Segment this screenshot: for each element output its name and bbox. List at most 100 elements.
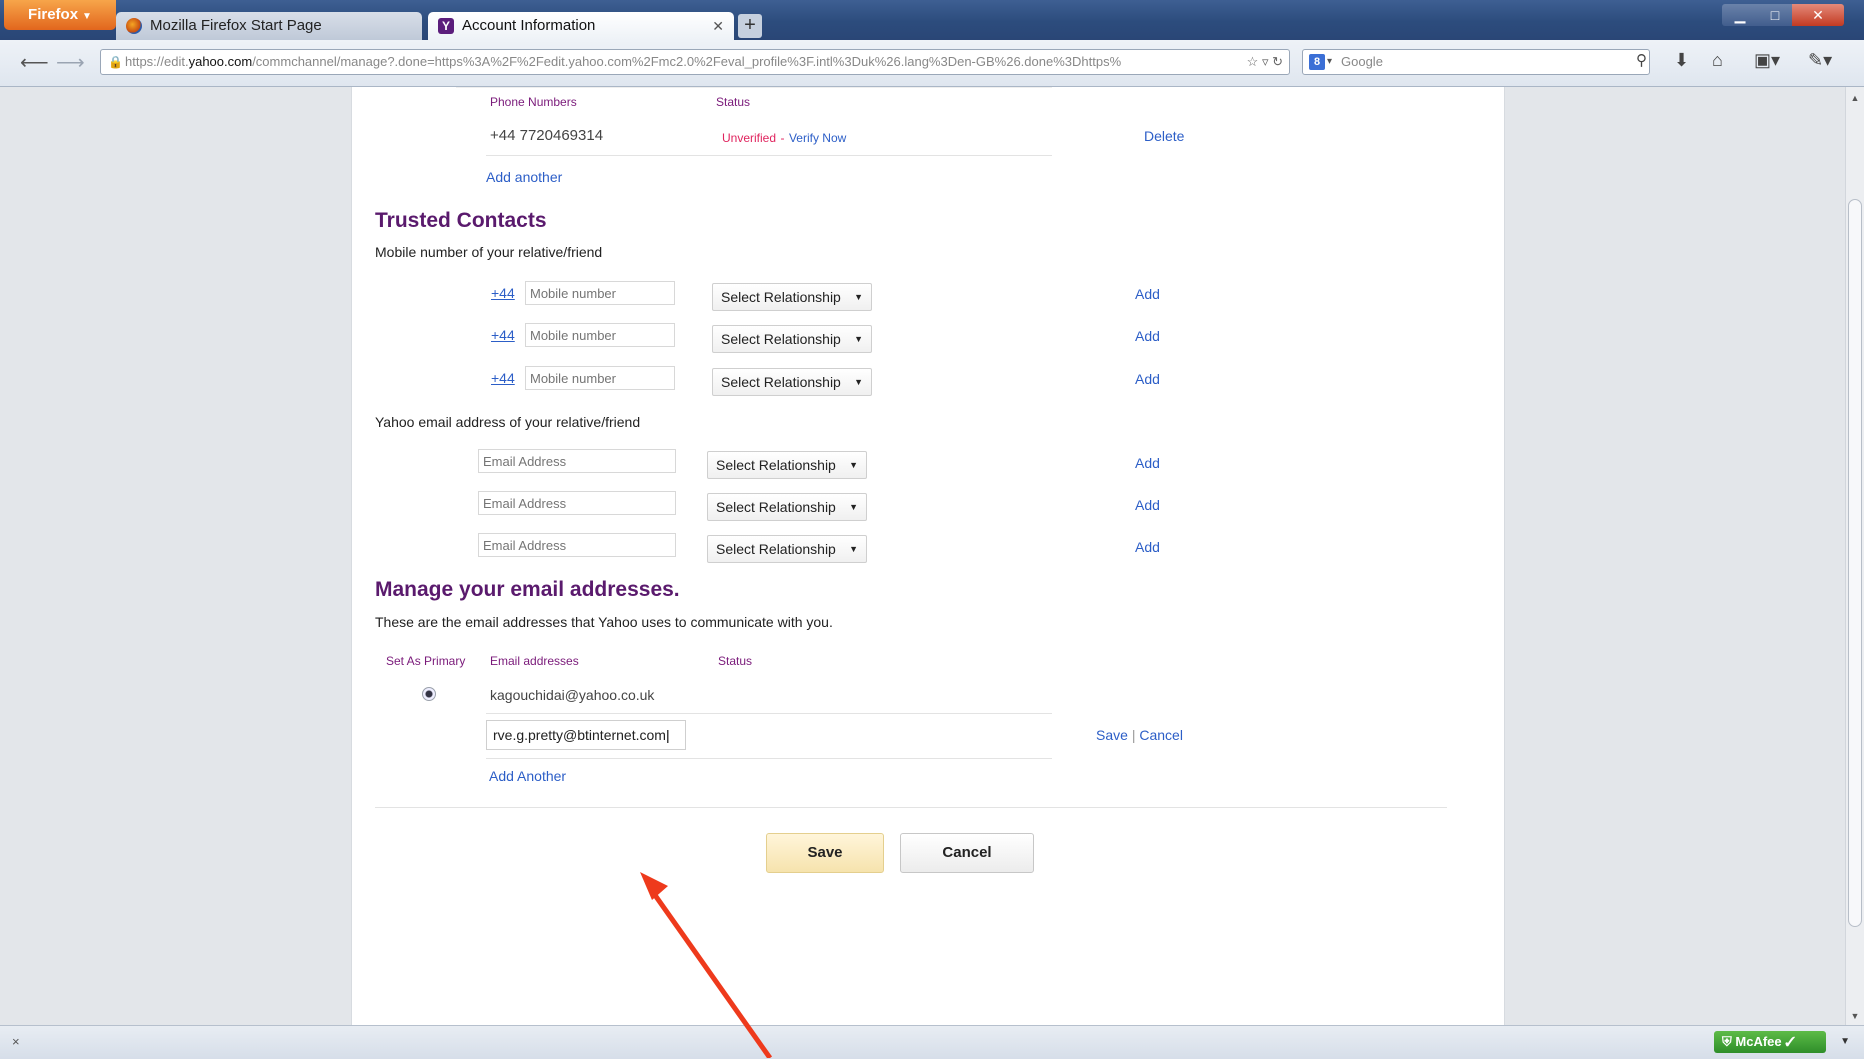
firefox-logo-icon xyxy=(126,18,142,34)
delete-phone-link[interactable]: Delete xyxy=(1144,128,1184,144)
phone-numbers-header: Phone Numbers xyxy=(490,95,577,109)
select-value: Select Relationship xyxy=(716,457,836,473)
google-logo-icon: 8 xyxy=(1309,54,1325,70)
minimize-window-button[interactable]: ▁ xyxy=(1722,4,1758,26)
bookmarks-menu-icon[interactable]: ▣▾ xyxy=(1754,50,1780,71)
email-contacts-label: Yahoo email address of your relative/fri… xyxy=(375,414,641,430)
link-separator: | xyxy=(1131,727,1136,743)
firefox-menu-label: Firefox xyxy=(28,6,79,23)
firefox-menu-button[interactable]: Firefox ▼ xyxy=(4,0,116,30)
save-email-link[interactable]: Save xyxy=(1096,727,1128,743)
relationship-select-mobile-3[interactable]: Select Relationship ▼ xyxy=(712,368,872,396)
manage-email-title: Manage your email addresses. xyxy=(375,578,680,601)
add-trusted-email-2[interactable]: Add xyxy=(1135,497,1160,513)
verify-now-link[interactable]: Verify Now xyxy=(789,131,846,145)
chevron-down-icon: ▼ xyxy=(854,292,863,302)
add-trusted-mobile-2[interactable]: Add xyxy=(1135,328,1160,344)
add-trusted-email-1[interactable]: Add xyxy=(1135,455,1160,471)
add-trusted-email-3[interactable]: Add xyxy=(1135,539,1160,555)
url-host: yahoo.com xyxy=(188,54,253,69)
select-value: Select Relationship xyxy=(721,331,841,347)
select-value: Select Relationship xyxy=(716,499,836,515)
relationship-select-mobile-1[interactable]: Select Relationship ▼ xyxy=(712,283,872,311)
maximize-window-button[interactable]: □ xyxy=(1758,4,1792,26)
back-arrow-icon[interactable]: ⟵ xyxy=(20,50,49,75)
trusted-mobile-input-1[interactable] xyxy=(525,281,675,305)
save-button[interactable]: Save xyxy=(766,833,884,873)
new-tab-button[interactable]: + xyxy=(738,14,762,38)
chevron-down-icon[interactable]: ▾ xyxy=(1327,50,1332,74)
scrollbar-thumb[interactable] xyxy=(1848,199,1862,927)
chevron-down-icon: ▼ xyxy=(849,460,858,470)
status-bar: × ⛨ McAfee ✓ ▼ xyxy=(0,1025,1864,1059)
account-info-panel: Phone Numbers Status +44 7720469314 Unve… xyxy=(351,87,1505,1025)
email-edit-actions: Save | Cancel xyxy=(1096,727,1183,743)
close-window-button[interactable]: ✕ xyxy=(1792,4,1844,26)
mcafee-label: McAfee xyxy=(1735,1034,1782,1049)
trusted-email-input-2[interactable] xyxy=(478,491,676,515)
new-email-input[interactable]: rve.g.pretty@btinternet.com| xyxy=(486,720,686,750)
relationship-select-mobile-2[interactable]: Select Relationship ▼ xyxy=(712,325,872,353)
add-trusted-mobile-1[interactable]: Add xyxy=(1135,286,1160,302)
mcafee-badge[interactable]: ⛨ McAfee ✓ ▼ xyxy=(1714,1031,1850,1053)
select-value: Select Relationship xyxy=(716,541,836,557)
addon-icon[interactable]: ✎▾ xyxy=(1808,50,1832,71)
scroll-down-arrow-icon[interactable]: ▼ xyxy=(1846,1011,1864,1021)
check-icon: ✓ xyxy=(1785,1034,1796,1049)
yahoo-favicon-icon: Y xyxy=(438,18,454,34)
cancel-email-link[interactable]: Cancel xyxy=(1139,727,1183,743)
cancel-button[interactable]: Cancel xyxy=(900,833,1034,873)
dropdown-arrow-icon[interactable]: ▿ xyxy=(1262,54,1269,69)
trusted-email-input-1[interactable] xyxy=(478,449,676,473)
divider xyxy=(486,713,1052,714)
tab-mozilla-start-page[interactable]: Mozilla Firefox Start Page xyxy=(116,12,422,40)
trusted-mobile-input-3[interactable] xyxy=(525,366,675,390)
trusted-email-input-3[interactable] xyxy=(478,533,676,557)
close-addon-bar-icon[interactable]: × xyxy=(12,1034,20,1049)
select-value: Select Relationship xyxy=(721,289,841,305)
trusted-mobile-input-2[interactable] xyxy=(525,323,675,347)
chevron-down-icon: ▼ xyxy=(854,377,863,387)
chevron-down-icon: ▼ xyxy=(849,544,858,554)
relationship-select-email-3[interactable]: Select Relationship ▼ xyxy=(707,535,867,563)
relationship-select-email-2[interactable]: Select Relationship ▼ xyxy=(707,493,867,521)
country-code-link[interactable]: +44 xyxy=(491,370,515,386)
url-prefix: https://edit. xyxy=(125,54,189,69)
set-primary-header: Set As Primary xyxy=(386,654,466,668)
reload-icon[interactable]: ↻ xyxy=(1272,54,1283,69)
add-trusted-mobile-3[interactable]: Add xyxy=(1135,371,1160,387)
tab-account-information[interactable]: Y Account Information ✕ xyxy=(428,12,734,40)
country-code-link[interactable]: +44 xyxy=(491,327,515,343)
select-value: Select Relationship xyxy=(721,374,841,390)
tab-title: Account Information xyxy=(462,17,596,34)
mcafee-shield-icon: ⛨ xyxy=(1722,1034,1732,1049)
chevron-down-icon[interactable]: ▼ xyxy=(1840,1031,1850,1053)
section-divider xyxy=(375,807,1447,808)
primary-email-radio[interactable] xyxy=(422,687,436,701)
search-placeholder: Google xyxy=(1341,54,1383,69)
search-magnifier-icon[interactable]: ⚲ xyxy=(1636,51,1647,69)
search-box[interactable]: 8 ▾ Google xyxy=(1302,49,1650,75)
new-email-value: rve.g.pretty@btinternet.com xyxy=(493,727,666,743)
country-code-link[interactable]: +44 xyxy=(491,285,515,301)
home-icon[interactable]: ⌂ xyxy=(1712,50,1723,71)
lock-icon: 🔒 xyxy=(108,55,123,69)
primary-email-address: kagouchidai@yahoo.co.uk xyxy=(490,687,655,703)
add-another-email-link[interactable]: Add Another xyxy=(489,768,566,784)
divider xyxy=(486,155,1052,156)
manage-email-description: These are the email addresses that Yahoo… xyxy=(375,614,833,630)
add-another-phone-link[interactable]: Add another xyxy=(486,169,562,185)
tab-title: Mozilla Firefox Start Page xyxy=(150,17,322,34)
bookmark-star-icon[interactable]: ☆ xyxy=(1247,54,1259,69)
chevron-down-icon: ▼ xyxy=(82,11,92,22)
address-bar[interactable]: 🔒 https://edit.yahoo.com/commchannel/man… xyxy=(100,49,1290,75)
trusted-contacts-title: Trusted Contacts xyxy=(375,209,547,232)
navigation-toolbar: ⟵ ⟶ 🔒 https://edit.yahoo.com/commchannel… xyxy=(0,40,1864,87)
downloads-icon[interactable]: ⬇ xyxy=(1674,50,1689,71)
forward-arrow-icon[interactable]: ⟶ xyxy=(56,50,85,75)
close-tab-icon[interactable]: ✕ xyxy=(712,12,724,40)
chevron-down-icon: ▼ xyxy=(849,502,858,512)
vertical-scrollbar[interactable]: ▲ ▼ xyxy=(1845,87,1864,1025)
scroll-up-arrow-icon[interactable]: ▲ xyxy=(1846,93,1864,103)
relationship-select-email-1[interactable]: Select Relationship ▼ xyxy=(707,451,867,479)
